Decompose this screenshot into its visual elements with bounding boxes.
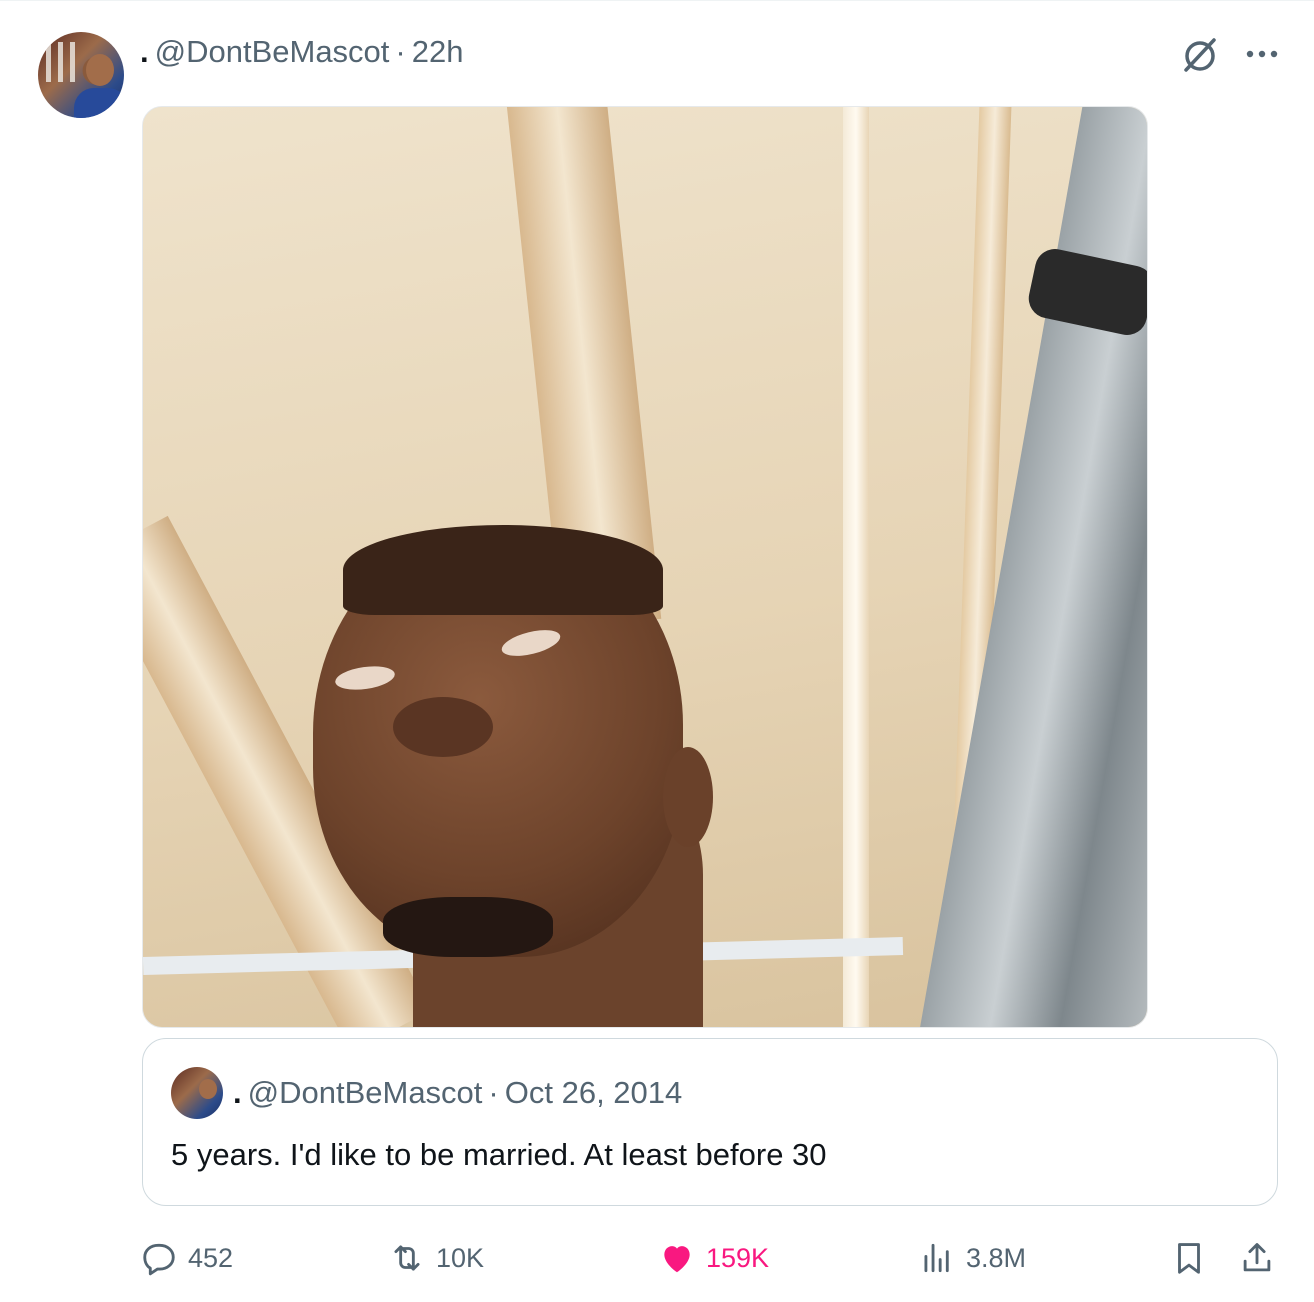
avatar-decor [58,42,63,82]
image-ear [663,747,713,847]
image-hair [343,525,663,615]
author-name[interactable]: . [140,34,149,70]
quoted-author-name: . [233,1075,242,1110]
post-header: . @DontBeMascot · 22h [140,30,463,74]
image-nose [393,697,493,757]
share-button[interactable] [1238,1230,1276,1286]
views-count: 3.8M [966,1242,1027,1273]
quoted-header-separator: · [488,1075,499,1110]
avatar-face [199,1079,217,1099]
heart-icon [664,1246,690,1273]
quoted-post-header: . @DontBeMascot · Oct 26, 2014 [233,1071,682,1115]
avatar-face [86,54,114,86]
retweet-icon [394,1245,420,1271]
author-avatar[interactable] [38,32,124,118]
views-button[interactable]: 3.8M [918,1230,1026,1286]
avatar-decor [46,42,51,82]
quoted-author-handle: @DontBeMascot [247,1075,483,1110]
quoted-post[interactable]: . @DontBeMascot · Oct 26, 2014 5 years. … [142,1038,1278,1206]
reply-icon [143,1243,175,1276]
like-count: 159K [706,1242,770,1273]
action-bar: 452 10K 159K 3.8M [140,1230,1290,1286]
quoted-post-date: Oct 26, 2014 [504,1075,683,1110]
avatar-shirt [74,88,124,118]
like-button[interactable]: 159K [658,1230,769,1286]
author-handle[interactable]: @DontBeMascot [155,34,390,70]
post-time[interactable]: 22h [412,34,464,70]
views-icon [924,1243,949,1273]
bookmark-button[interactable] [1170,1230,1208,1286]
reply-count: 452 [188,1242,234,1273]
share-icon [1243,1243,1271,1272]
quoted-post-text: 5 years. I'd like to be married. At leas… [171,1137,827,1172]
image-beard [383,897,553,957]
post-image[interactable] [142,106,1148,1028]
top-divider [0,0,1314,1]
reply-button[interactable]: 452 [140,1230,233,1286]
image-beam [843,107,869,1027]
bookmark-icon [1178,1243,1200,1274]
grok-icon[interactable] [1176,30,1224,78]
quoted-author-avatar [171,1067,223,1119]
more-icon[interactable] [1238,30,1286,78]
avatar-decor [70,42,75,82]
header-separator: · [395,34,406,69]
repost-count: 10K [436,1242,485,1273]
repost-button[interactable]: 10K [388,1230,484,1286]
